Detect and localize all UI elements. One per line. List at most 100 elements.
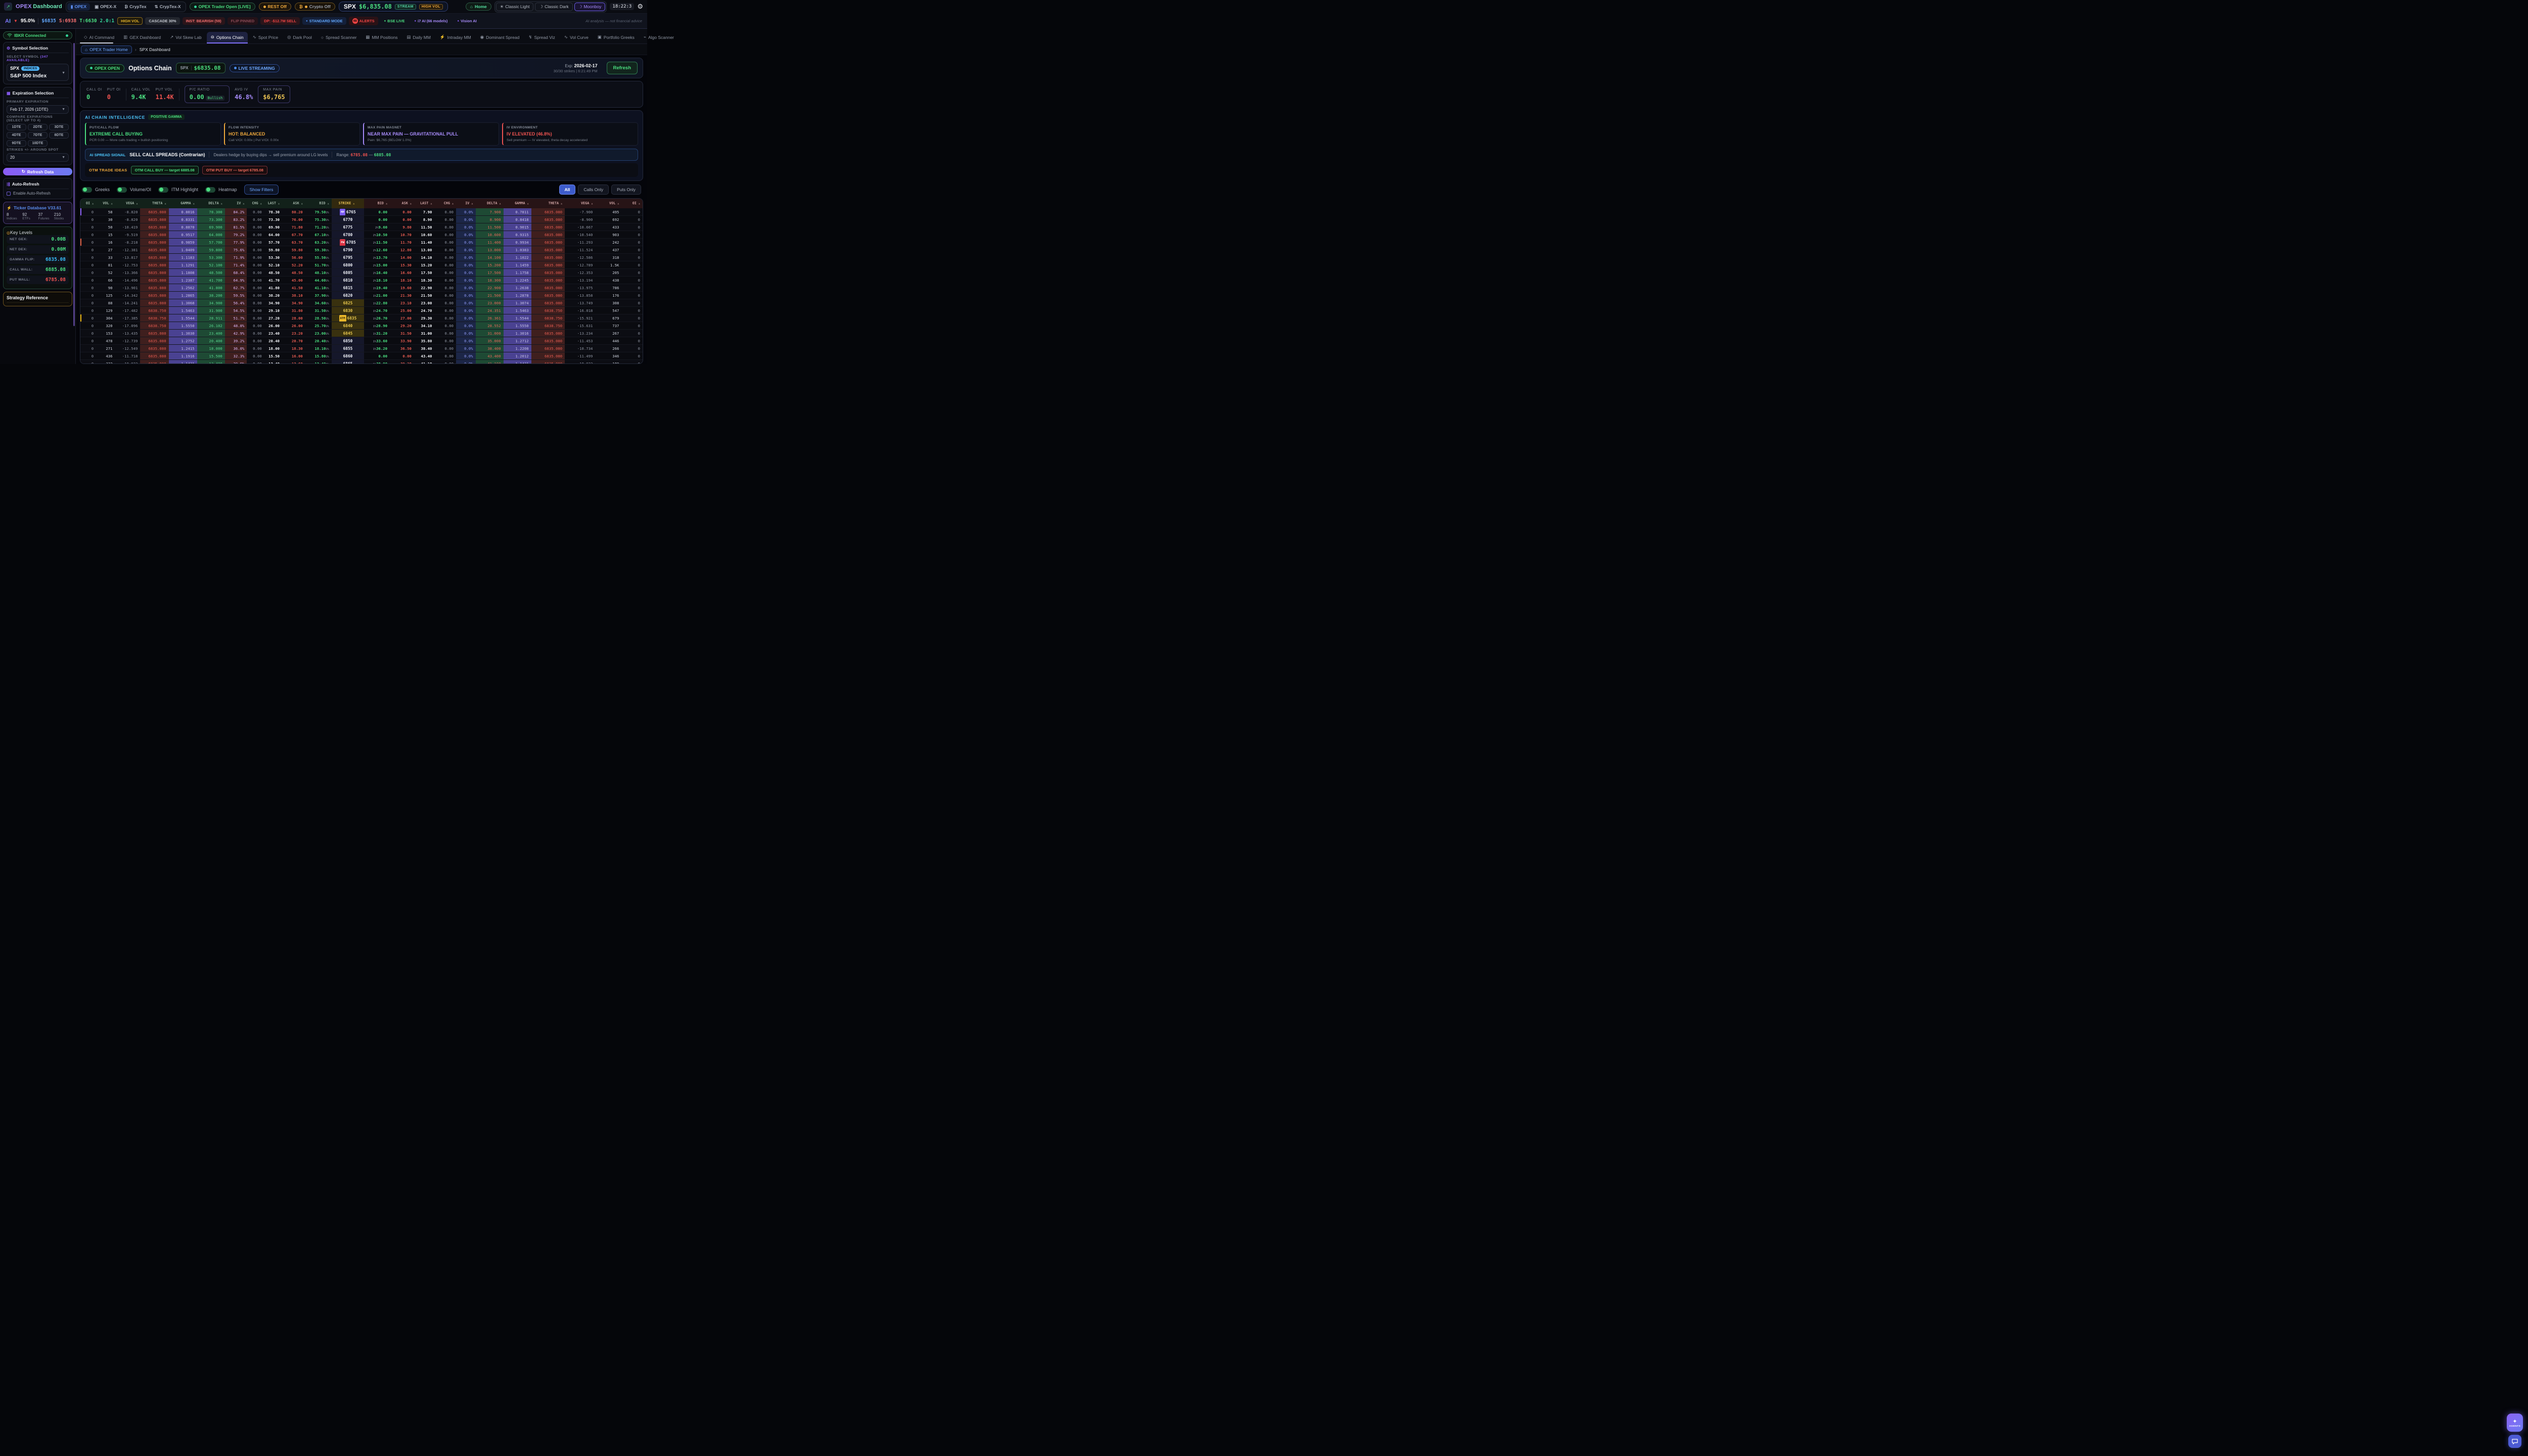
column-header-vega[interactable]: VEGA ▲ — [565, 199, 595, 208]
enable-auto-refresh[interactable]: Enable Auto-Refresh — [7, 191, 69, 196]
dte-option-2dte[interactable]: 2DTE — [28, 124, 48, 130]
tab-dominant-spread[interactable]: ◉Dominant Spread — [476, 32, 524, 43]
filter-puts-only[interactable]: Puts Only — [611, 185, 641, 195]
table-row[interactable]: 016-8.2186835.0800.985957.70077.9%0.0057… — [80, 239, 643, 246]
table-row[interactable]: 0304-17.3856838.7501.554428.91151.7%0.00… — [80, 314, 643, 322]
settings-gear-icon[interactable]: ⚙ — [637, 3, 643, 11]
column-header-strike[interactable]: STRIKE ▲ — [332, 199, 364, 208]
table-row[interactable]: 030-8.8206835.0800.833173.30083.2%0.0073… — [80, 216, 643, 223]
table-row[interactable]: 0129-17.4826838.7501.546331.90054.5%0.00… — [80, 307, 643, 314]
table-row[interactable]: 050-10.4196835.0800.887069.90081.5%0.006… — [80, 223, 643, 231]
column-header-delta[interactable]: DELTA ▲ — [476, 199, 504, 208]
filter-calls-only[interactable]: Calls Only — [578, 185, 609, 195]
tab-daily-mm[interactable]: ▤Daily MM — [402, 32, 434, 43]
strikes-select[interactable]: 20▼ — [7, 153, 69, 162]
toggle-track[interactable] — [117, 187, 127, 193]
crypto-toggle[interactable]: ₿Crypto Off — [295, 3, 335, 11]
toggle-itm-highlight[interactable]: ITM Highlight — [158, 187, 198, 193]
tab-spread-scanner[interactable]: ○Spread Scanner — [317, 32, 361, 43]
toggle-track[interactable] — [82, 187, 92, 193]
sidebar-scrollbar[interactable] — [73, 43, 75, 326]
table-row[interactable]: 0125-14.3426835.0801.286538.20059.5%0.00… — [80, 292, 643, 299]
table-row[interactable]: 088-14.2416835.0801.306834.90056.4%0.003… — [80, 299, 643, 307]
tab-portfolio-greeks[interactable]: ▣Portfolio Greeks — [594, 32, 639, 43]
tab-spread-viz[interactable]: ↯Spread Viz — [524, 32, 559, 43]
column-header-chg[interactable]: CHG ▲ — [434, 199, 456, 208]
toggle-track[interactable] — [205, 187, 215, 193]
home-button[interactable]: ⌂Home — [466, 3, 491, 11]
table-row[interactable]: 0478-12.7396835.0801.275220.40039.2%0.00… — [80, 337, 643, 345]
toggle-greeks[interactable]: Greeks — [82, 187, 110, 193]
column-header-oi[interactable]: OI ▲ — [80, 199, 96, 208]
table-row[interactable]: 081-12.7536835.0801.129152.10071.4%0.005… — [80, 261, 643, 269]
table-row[interactable]: 090-13.9016835.0801.256241.80062.7%0.004… — [80, 284, 643, 292]
checkbox[interactable] — [7, 192, 11, 196]
tab-spot-price[interactable]: ∿Spot Price — [249, 32, 282, 43]
column-header-last[interactable]: LAST ▲ — [264, 199, 282, 208]
column-header-last[interactable]: LAST ▲ — [414, 199, 435, 208]
column-header-bid[interactable]: BID ▲ — [364, 199, 390, 208]
refresh-button[interactable]: Refresh — [607, 62, 638, 74]
dte-option-7dte[interactable]: 7DTE — [28, 132, 48, 139]
tab-intraday-mm[interactable]: ⚡Intraday MM — [436, 32, 475, 43]
show-filters-button[interactable]: Show Filters — [244, 185, 279, 195]
column-header-theta[interactable]: THETA ▲ — [531, 199, 565, 208]
tab-ai-command[interactable]: ◇AI Command — [80, 32, 118, 43]
table-row[interactable]: 0322-10.9226835.0801.143113.40029.6%0.00… — [80, 360, 643, 364]
table-row[interactable]: 058-8.8206835.0800.801678.30084.2%0.0078… — [80, 208, 643, 216]
table-row[interactable]: 052-13.3666835.0801.180848.50068.4%0.004… — [80, 269, 643, 277]
table-row[interactable]: 033-13.8176835.0801.118353.30071.9%0.005… — [80, 254, 643, 261]
refresh-data-button[interactable]: ↻Refresh Data — [3, 168, 72, 175]
table-row[interactable]: 015-9.5196835.0800.951764.00079.2%0.0064… — [80, 231, 643, 239]
column-header-gamma[interactable]: GAMMA ▲ — [504, 199, 531, 208]
toggle-track[interactable] — [158, 187, 168, 193]
otm-call-buy-badge[interactable]: OTM CALL BUY — target 6885.08 — [131, 166, 199, 174]
app-switch-cryptex-x[interactable]: ⇅CrypTex-X — [151, 3, 185, 11]
primary-expiration-select[interactable]: Feb 17, 2026 (1DTE)▼ — [7, 105, 69, 114]
tab-vol-skew-lab[interactable]: ↗Vol Skew Lab — [166, 32, 206, 43]
toggle-heatmap[interactable]: Heatmap — [205, 187, 237, 193]
theme-moonboy[interactable]: ☽Moonboy — [574, 3, 606, 11]
tab-options-chain[interactable]: ⊖Options Chain — [207, 32, 248, 43]
tab-vol-curve[interactable]: ∿Vol Curve — [560, 32, 593, 43]
dte-option-1dte[interactable]: 1DTE — [7, 124, 26, 130]
chat-fab[interactable] — [2508, 1435, 2521, 1448]
column-header-ask[interactable]: ASK ▲ — [390, 199, 414, 208]
dte-option-9dte[interactable]: 9DTE — [7, 140, 26, 147]
tab-gex-dashboard[interactable]: ▥GEX Dashboard — [119, 32, 165, 43]
column-header-gamma[interactable]: GAMMA ▲ — [169, 199, 197, 208]
otm-put-buy-badge[interactable]: OTM PUT BUY — target 6785.08 — [202, 166, 267, 174]
column-header-delta[interactable]: DELTA ▲ — [197, 199, 225, 208]
tabs-scrollbar[interactable] — [80, 42, 113, 43]
table-row[interactable]: 0436-11.7186835.0801.191615.50032.3%0.00… — [80, 352, 643, 360]
column-header-iv[interactable]: IV ▲ — [225, 199, 247, 208]
tab-dark-pool[interactable]: ◎Dark Pool — [283, 32, 316, 43]
breadcrumb-home[interactable]: ⌂OPEX Trader Home — [81, 46, 132, 54]
table-row[interactable]: 066-14.4966835.0801.238741.70064.9%0.004… — [80, 277, 643, 284]
column-header-chg[interactable]: CHG ▲ — [247, 199, 264, 208]
symbol-select[interactable]: SPXINDICES S&P 500 Index ▼ — [7, 64, 69, 81]
dte-option-10dte[interactable]: 10DTE — [28, 140, 48, 147]
table-row[interactable]: 027-12.3816835.0801.040959.80075.6%0.005… — [80, 246, 643, 254]
app-switch-cryptex[interactable]: ₿CrypTex — [121, 3, 150, 10]
table-row[interactable]: 0320-17.0966838.7501.555026.10248.8%0.00… — [80, 322, 643, 330]
agents-fab[interactable]: ✦ AGENTS — [2507, 1414, 2523, 1432]
column-header-ask[interactable]: ASK ▲ — [282, 199, 305, 208]
dte-option-8dte[interactable]: 8DTE — [49, 132, 69, 139]
app-switch-opex-x[interactable]: ▣OPEX-X — [91, 3, 120, 11]
column-header-bid[interactable]: BID ▲ — [305, 199, 332, 208]
column-header-oi[interactable]: OI ▲ — [621, 199, 643, 208]
column-header-vol[interactable]: VOL ▲ — [96, 199, 115, 208]
column-header-theta[interactable]: THETA ▲ — [140, 199, 168, 208]
column-header-vega[interactable]: VEGA ▲ — [115, 199, 141, 208]
theme-classic-light[interactable]: ☀Classic Light — [496, 3, 534, 11]
rest-toggle[interactable]: REST Off — [259, 3, 291, 11]
theme-classic-dark[interactable]: ☽Classic Dark — [535, 3, 572, 11]
filter-all[interactable]: All — [559, 185, 576, 195]
table-row[interactable]: 0153-13.4356835.0801.303023.40042.9%0.00… — [80, 330, 643, 337]
toggle-volume-oi[interactable]: Volume/OI — [117, 187, 151, 193]
tab-mm-positions[interactable]: ▦MM Positions — [362, 32, 401, 43]
table-row[interactable]: 0271-12.5496835.0801.241518.00036.0%0.00… — [80, 345, 643, 352]
dte-option-3dte[interactable]: 3DTE — [49, 124, 69, 130]
dte-option-4dte[interactable]: 4DTE — [7, 132, 26, 139]
